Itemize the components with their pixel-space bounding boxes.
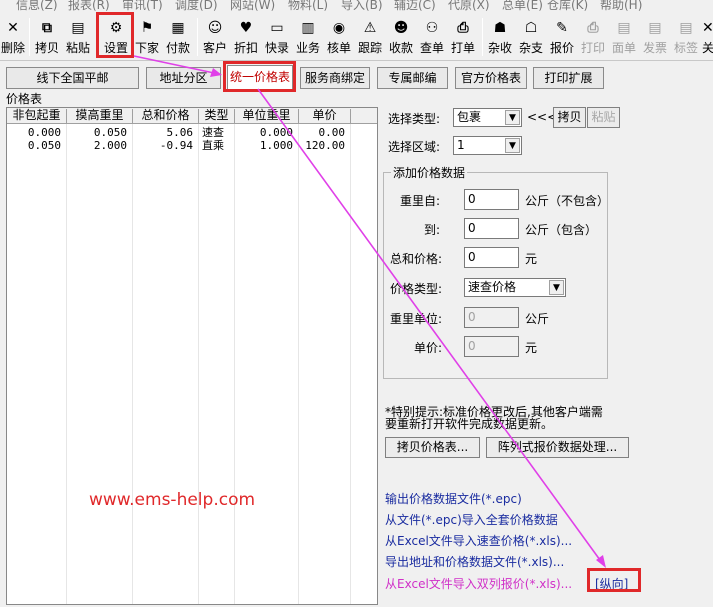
arrow-head-tab [210,68,222,77]
arrow-to-vertical [257,88,601,561]
arrow-to-tab [133,55,215,74]
annotation-arrows [133,55,606,568]
watermark-text: www.ems-help.com [89,490,256,510]
